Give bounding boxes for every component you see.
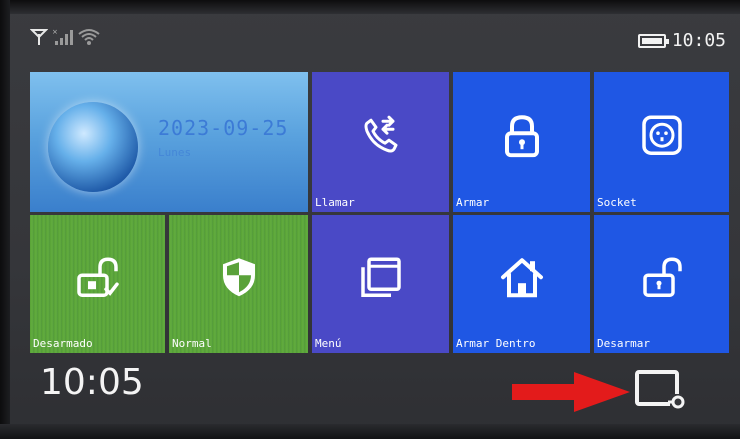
tile-label: Armar bbox=[456, 196, 490, 209]
phone-callback-icon bbox=[359, 113, 403, 161]
signal-bars-icon: × bbox=[52, 28, 74, 50]
date-tile: 2023-09-25 Lunes bbox=[30, 72, 308, 212]
power-socket-icon bbox=[640, 113, 684, 161]
battery-icon bbox=[637, 33, 669, 48]
tile-armar[interactable]: Armar bbox=[453, 72, 590, 212]
shield-icon bbox=[219, 255, 259, 303]
tile-label: Normal bbox=[172, 337, 212, 350]
bezel-bottom bbox=[0, 424, 740, 439]
globe-icon bbox=[48, 102, 138, 192]
svg-text:×: × bbox=[52, 28, 58, 36]
tile-desarmado[interactable]: Desarmado bbox=[30, 215, 165, 353]
tile-menu[interactable]: Menú bbox=[312, 215, 449, 353]
red-arrow-icon bbox=[512, 370, 632, 418]
status-bar-right: 10:05 bbox=[637, 30, 726, 51]
wifi-icon bbox=[78, 28, 100, 50]
day-text: Lunes bbox=[158, 146, 192, 159]
tile-desarmar[interactable]: Desarmar bbox=[594, 215, 729, 353]
tile-llamar[interactable]: Llamar bbox=[312, 72, 449, 212]
tile-label: Menú bbox=[315, 337, 342, 350]
tile-label: Desarmar bbox=[597, 337, 650, 350]
card-reader-icon[interactable] bbox=[634, 368, 688, 416]
lock-open-icon bbox=[642, 255, 682, 303]
unlock-check-icon bbox=[76, 255, 120, 303]
tile-armar-dentro[interactable]: Armar Dentro bbox=[453, 215, 590, 353]
home-icon bbox=[500, 255, 544, 303]
bezel-left bbox=[0, 0, 10, 439]
window-menu-icon bbox=[359, 255, 403, 303]
tile-label: Armar Dentro bbox=[456, 337, 536, 350]
status-bar-left: × bbox=[29, 28, 100, 50]
tile-label: Desarmado bbox=[33, 337, 93, 350]
date-text: 2023-09-25 bbox=[158, 116, 289, 140]
bezel-top bbox=[0, 0, 740, 14]
tile-socket[interactable]: Socket bbox=[594, 72, 729, 212]
bottom-clock: 10:05 bbox=[40, 362, 144, 403]
antenna-icon bbox=[29, 28, 49, 50]
tile-label: Socket bbox=[597, 196, 637, 209]
tile-label: Llamar bbox=[315, 196, 355, 209]
tile-normal[interactable]: Normal bbox=[169, 215, 308, 353]
lock-closed-icon bbox=[502, 113, 542, 161]
status-time: 10:05 bbox=[671, 30, 726, 51]
